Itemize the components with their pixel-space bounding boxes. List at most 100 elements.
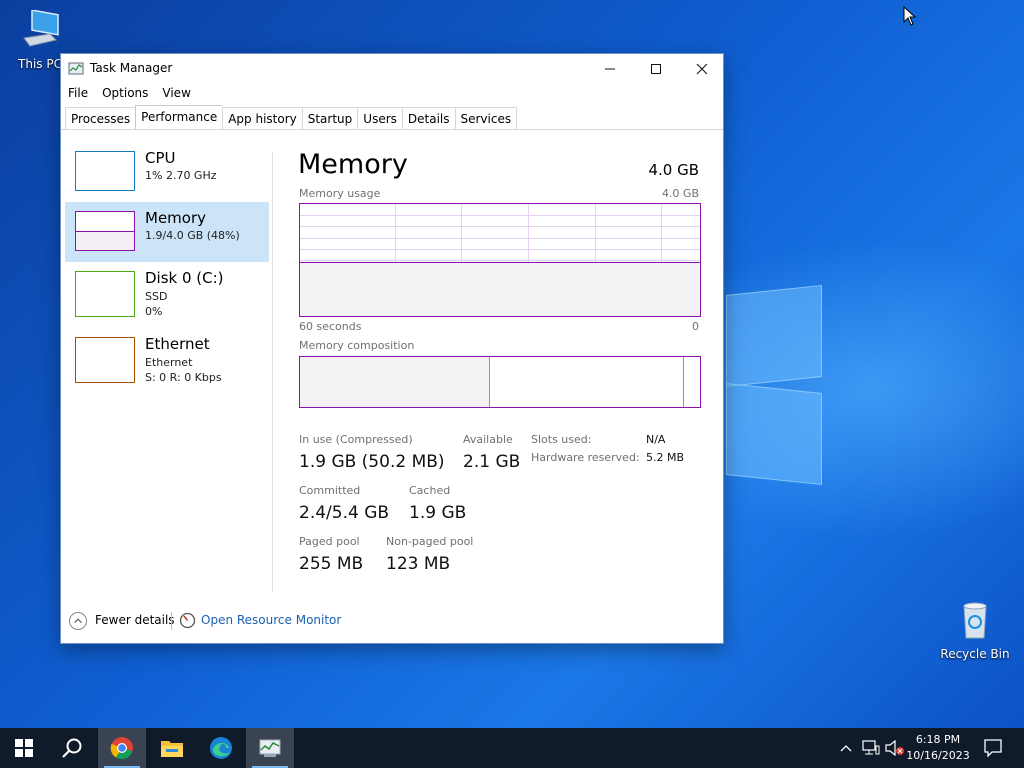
window-footer: Fewer details Open Resource Monitor bbox=[61, 610, 723, 634]
graph-axis-left: 60 seconds bbox=[299, 320, 362, 333]
minimize-icon bbox=[605, 68, 615, 70]
available-value: 2.1 GB bbox=[463, 452, 521, 472]
file-explorer-icon bbox=[161, 741, 183, 757]
chevron-up-icon[interactable] bbox=[69, 612, 87, 630]
taskbar-edge[interactable] bbox=[197, 728, 245, 768]
recycle-bin-icon bbox=[963, 602, 987, 639]
memory-usage-fill bbox=[300, 262, 700, 316]
desktop-icon-recycle-bin[interactable]: Recycle Bin bbox=[935, 600, 1015, 661]
sidebar-item-ethernet[interactable]: Ethernet Ethernet S: 0 R: 0 Kbps bbox=[65, 328, 269, 388]
footer-divider bbox=[171, 612, 172, 630]
non-paged-pool-label: Non-paged pool bbox=[386, 535, 474, 548]
non-paged-pool-value: 123 MB bbox=[386, 554, 451, 574]
memory-usage-graph bbox=[299, 203, 701, 317]
available-label: Available bbox=[463, 433, 513, 446]
fewer-details-button[interactable]: Fewer details bbox=[95, 613, 175, 627]
search-button[interactable] bbox=[48, 728, 96, 768]
open-resource-monitor-link[interactable]: Open Resource Monitor bbox=[201, 613, 341, 627]
task-manager-window: Task Manager File Options View Processes… bbox=[60, 53, 724, 644]
memory-composition-label: Memory composition bbox=[299, 339, 415, 352]
sidebar-divider bbox=[272, 152, 273, 592]
sidebar-item-cpu[interactable]: CPU 1% 2.70 GHz bbox=[65, 142, 269, 202]
desktop-icon-label: Recycle Bin bbox=[940, 647, 1010, 661]
clock-date: 10/16/2023 bbox=[906, 749, 970, 762]
task-manager-icon bbox=[259, 739, 281, 757]
task-manager-app-icon bbox=[68, 62, 84, 75]
start-icon bbox=[15, 739, 33, 757]
menu-options[interactable]: Options bbox=[95, 84, 155, 104]
total-memory: 4.0 GB bbox=[648, 161, 699, 179]
close-button[interactable] bbox=[679, 54, 725, 84]
sidebar-item-name: Disk 0 (C:) bbox=[145, 269, 224, 287]
paged-pool-value: 255 MB bbox=[299, 554, 364, 574]
cached-label: Cached bbox=[409, 484, 451, 497]
tab-users[interactable]: Users bbox=[357, 107, 402, 129]
paged-pool-label: Paged pool bbox=[299, 535, 360, 548]
window-title: Task Manager bbox=[90, 61, 173, 75]
menu-bar: File Options View bbox=[61, 84, 198, 104]
cached-value: 1.9 GB bbox=[409, 503, 467, 523]
committed-label: Committed bbox=[299, 484, 361, 497]
menu-view[interactable]: View bbox=[155, 84, 197, 104]
memory-composition-bar bbox=[299, 356, 701, 408]
sidebar-item-name: Memory bbox=[145, 209, 207, 227]
composition-standby-segment bbox=[490, 357, 684, 407]
taskbar-task-manager[interactable] bbox=[246, 728, 294, 768]
chrome-icon bbox=[110, 737, 133, 760]
start-button[interactable] bbox=[0, 728, 48, 768]
composition-in-use-segment bbox=[300, 357, 490, 407]
show-hidden-icons-button[interactable] bbox=[836, 728, 856, 768]
chevron-up-icon bbox=[840, 745, 852, 752]
graph-gridline-horizontal bbox=[300, 260, 700, 261]
taskbar-file-explorer[interactable] bbox=[148, 728, 196, 768]
sidebar-item-detail: 1.9/4.0 GB (48%) bbox=[145, 229, 240, 242]
taskbar-chrome[interactable] bbox=[98, 728, 146, 768]
tab-services[interactable]: Services bbox=[454, 107, 518, 129]
computer-icon bbox=[23, 9, 59, 47]
page-title: Memory bbox=[298, 149, 408, 180]
graph-gridline-horizontal bbox=[300, 215, 700, 216]
sidebar-item-detail-2: S: 0 R: 0 Kbps bbox=[145, 371, 222, 384]
slots-used-label: Slots used: bbox=[531, 433, 592, 446]
taskbar-clock[interactable]: 6:18 PM 10/16/2023 bbox=[903, 732, 973, 764]
graph-gridline-horizontal bbox=[300, 238, 700, 239]
search-icon bbox=[62, 738, 82, 758]
sidebar-item-detail-2: 0% bbox=[145, 305, 163, 318]
cpu-thumbnail-graph bbox=[75, 151, 135, 191]
edge-icon bbox=[210, 737, 232, 759]
sidebar-item-detail: SSD bbox=[145, 290, 168, 303]
disk-thumbnail-graph bbox=[75, 271, 135, 317]
in-use-label: In use (Compressed) bbox=[299, 433, 413, 446]
clock-time: 6:18 PM bbox=[915, 733, 961, 746]
tab-performance[interactable]: Performance bbox=[135, 105, 223, 129]
mouse-cursor-icon bbox=[903, 6, 917, 26]
sidebar-item-memory[interactable]: Memory 1.9/4.0 GB (48%) bbox=[65, 202, 269, 262]
sidebar-item-name: Ethernet bbox=[145, 335, 210, 353]
tab-startup[interactable]: Startup bbox=[301, 107, 358, 129]
notification-icon bbox=[984, 739, 1002, 757]
taskbar: 6:18 PM 10/16/2023 bbox=[0, 728, 1024, 768]
title-bar[interactable]: Task Manager bbox=[61, 54, 723, 84]
action-center-button[interactable] bbox=[978, 728, 1008, 768]
sidebar-item-disk[interactable]: Disk 0 (C:) SSD 0% bbox=[65, 262, 269, 322]
tab-underline bbox=[61, 129, 723, 130]
sidebar-item-name: CPU bbox=[145, 149, 176, 167]
minimize-button[interactable] bbox=[587, 54, 633, 84]
tab-processes[interactable]: Processes bbox=[65, 107, 136, 129]
maximize-icon bbox=[651, 64, 661, 74]
tab-strip: Processes Performance App history Startu… bbox=[65, 105, 518, 129]
tab-app-history[interactable]: App history bbox=[222, 107, 302, 129]
sidebar-item-detail: 1% 2.70 GHz bbox=[145, 169, 217, 182]
tab-details[interactable]: Details bbox=[401, 107, 455, 129]
windows-logo-wallpaper bbox=[726, 284, 822, 486]
menu-file[interactable]: File bbox=[61, 84, 95, 104]
graph-gridline-horizontal bbox=[300, 226, 700, 227]
network-icon bbox=[862, 740, 880, 755]
memory-usage-max: 4.0 GB bbox=[661, 187, 699, 200]
graph-gridline-horizontal bbox=[300, 249, 700, 250]
maximize-button[interactable] bbox=[633, 54, 679, 84]
in-use-value: 1.9 GB (50.2 MB) bbox=[299, 452, 445, 472]
network-tray-button[interactable] bbox=[860, 728, 882, 768]
memory-usage-label: Memory usage bbox=[299, 187, 381, 200]
resource-monitor-icon bbox=[179, 612, 196, 629]
